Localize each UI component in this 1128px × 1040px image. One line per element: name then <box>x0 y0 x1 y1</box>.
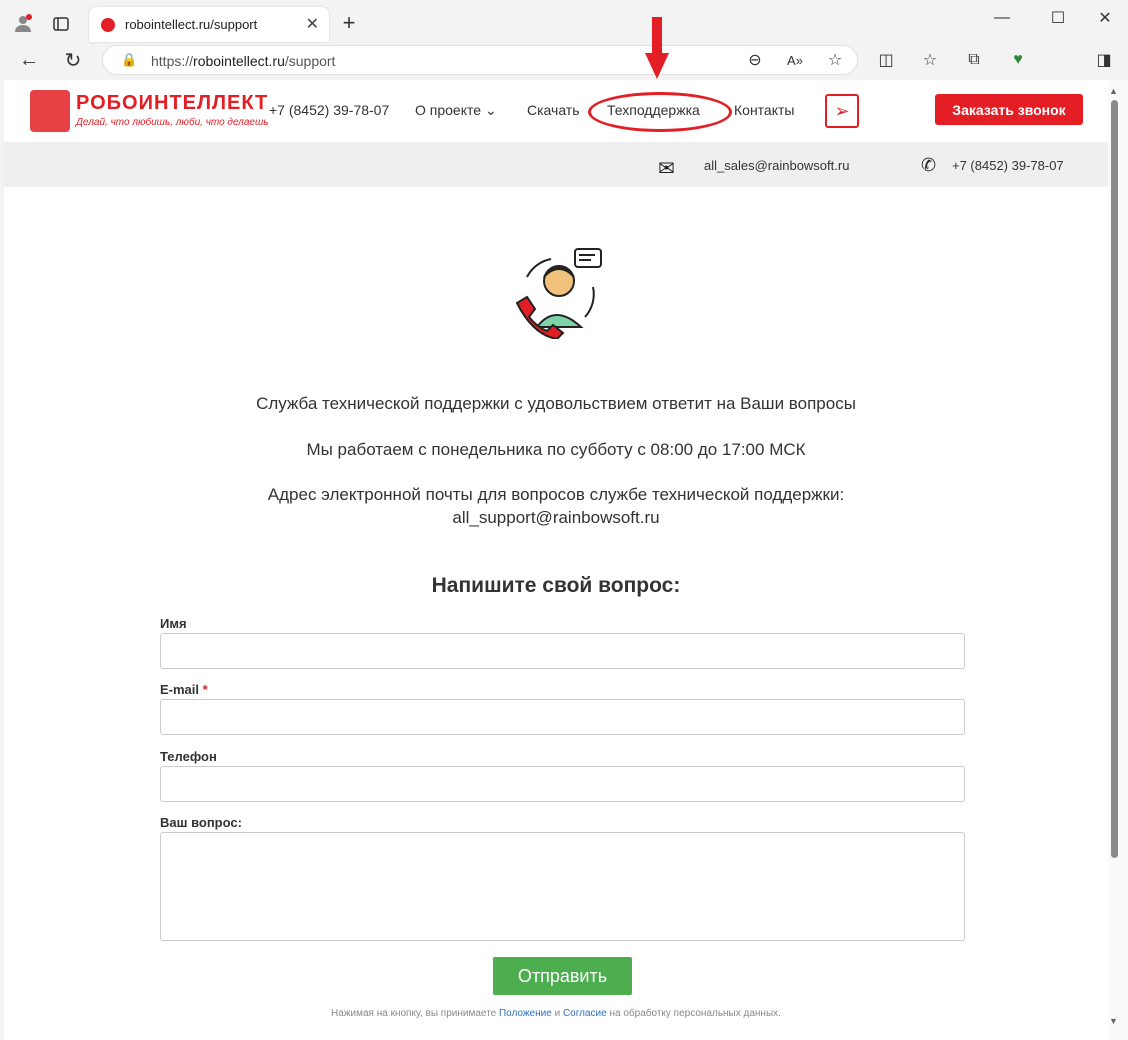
scrollbar-thumb[interactable] <box>1111 100 1118 858</box>
close-tab-icon[interactable]: ✕ <box>306 14 319 34</box>
profile-icon[interactable] <box>12 12 34 34</box>
read-aloud-icon[interactable]: A» <box>785 50 805 70</box>
tab-title: robointellect.ru/support <box>125 17 258 32</box>
site-header: РОБОИНТЕЛЛЕКТ Делай, что любишь, люби, ч… <box>4 80 1108 142</box>
back-icon[interactable]: ← <box>18 49 40 71</box>
tab-actions-icon[interactable] <box>50 13 72 35</box>
question-label: Ваш вопрос: <box>160 815 242 830</box>
header-phone[interactable]: +7 (8452) 39-78-07 <box>952 158 1064 173</box>
url-text: https://robointellect.ru/support <box>151 53 336 69</box>
maximize-icon[interactable]: ☐ <box>1046 6 1070 30</box>
phone-icon: ✆ <box>921 155 937 175</box>
nav-download[interactable]: Скачать <box>527 102 580 118</box>
consent-text: Нажимая на кнопку, вы принимаете Положен… <box>331 1008 781 1019</box>
name-label: Имя <box>160 616 187 631</box>
email-instructions: Адрес электронной почты для вопросов слу… <box>267 485 845 504</box>
paper-plane-icon[interactable]: ➢ <box>825 94 859 128</box>
email-field[interactable] <box>160 699 965 735</box>
submit-button[interactable]: Отправить <box>493 957 632 995</box>
phone-field[interactable] <box>160 766 965 802</box>
favorite-star-icon[interactable]: ☆ <box>825 50 845 70</box>
refresh-icon[interactable]: ↻ <box>62 49 84 72</box>
brain-logo-icon <box>30 90 70 132</box>
logo-text: РОБОИНТЕЛЛЕКТ <box>76 92 269 114</box>
page-viewport: РОБОИНТЕЛЛЕКТ Делай, что любишь, люби, ч… <box>4 80 1108 1040</box>
site-logo[interactable]: РОБОИНТЕЛЛЕКТ Делай, что любишь, люби, ч… <box>30 90 269 134</box>
nav-phone[interactable]: +7 (8452) 39-78-07 <box>269 102 389 118</box>
email-label: E-mail * <box>160 682 208 697</box>
title-bar: robointellect.ru/support ✕ + — ☐ ✕ <box>0 0 1128 42</box>
minimize-icon[interactable]: — <box>990 6 1014 30</box>
address-bar[interactable]: 🔒 https://robointellect.ru/support ⊖ A» … <box>102 45 858 75</box>
nav-contacts[interactable]: Контакты <box>734 102 794 118</box>
favicon-icon <box>101 18 115 32</box>
new-tab-icon[interactable]: + <box>338 10 360 35</box>
logo-slogan: Делай, что любишь, люби, что делаешь <box>76 117 269 128</box>
browser-essentials-icon[interactable]: ♥ <box>1008 50 1028 70</box>
browser-tab[interactable]: robointellect.ru/support ✕ <box>89 7 329 42</box>
nav-about[interactable]: О проекте ⌄ <box>415 102 497 119</box>
chevron-down-icon: ⌄ <box>484 102 497 118</box>
order-call-button[interactable]: Заказать звонок <box>935 94 1083 125</box>
annotation-arrow-icon <box>645 17 669 79</box>
required-asterisk: * <box>202 682 208 697</box>
zoom-icon[interactable]: ⊖ <box>745 50 765 70</box>
question-textarea[interactable] <box>160 832 965 941</box>
favorites-icon[interactable]: ☆ <box>920 50 940 70</box>
support-email[interactable]: all_support@rainbowsoft.ru <box>4 508 1108 528</box>
consent-link[interactable]: Согласие <box>563 1008 607 1019</box>
form-title: Напишите свой вопрос: <box>431 574 681 597</box>
email-icon: ✉ <box>658 158 675 180</box>
support-agent-icon <box>515 248 602 339</box>
name-field[interactable] <box>160 633 965 669</box>
work-hours: Мы работаем с понедельника по субботу с … <box>306 440 806 459</box>
regulation-link[interactable]: Положение <box>499 1008 552 1019</box>
annotation-highlight-ellipse <box>588 92 732 132</box>
scroll-down-icon[interactable]: ▼ <box>1109 1016 1118 1026</box>
collections-icon[interactable]: ⧉ <box>964 50 984 70</box>
sidebar-icon[interactable]: ◨ <box>1094 50 1114 70</box>
close-window-icon[interactable]: ✕ <box>1093 6 1117 30</box>
support-intro: Служба технической поддержки с удовольст… <box>256 394 856 413</box>
phone-label: Телефон <box>160 749 217 764</box>
contact-bar: ✉ all_sales@rainbowsoft.ru ✆ +7 (8452) 3… <box>4 142 1108 187</box>
sales-email[interactable]: all_sales@rainbowsoft.ru <box>704 158 849 173</box>
scroll-up-icon[interactable]: ▲ <box>1109 86 1118 96</box>
browser-chrome: robointellect.ru/support ✕ + — ☐ ✕ ← ↻ 🔒… <box>0 0 1128 80</box>
split-screen-icon[interactable]: ◫ <box>876 50 896 70</box>
lock-icon[interactable]: 🔒 <box>121 52 137 68</box>
